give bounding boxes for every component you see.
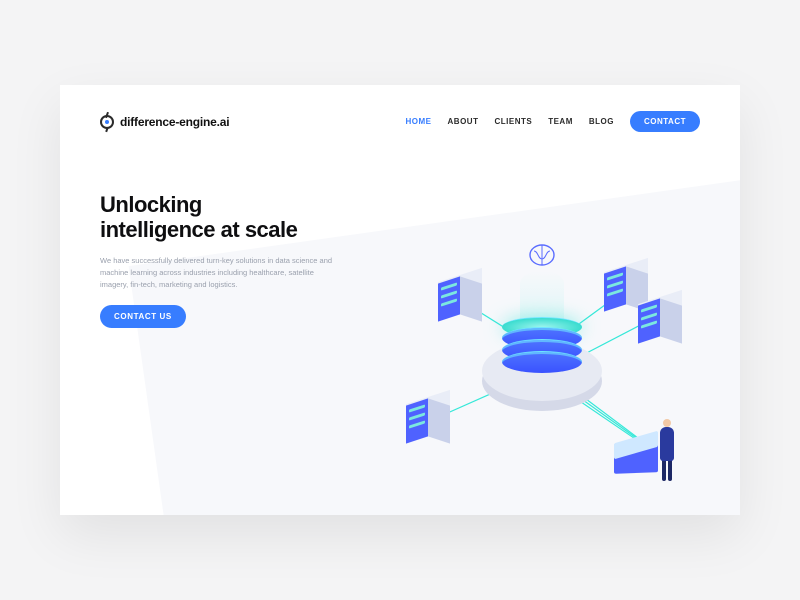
hero: Unlocking intelligence at scale We have … xyxy=(60,132,360,328)
server-icon xyxy=(438,275,482,323)
brand-name: difference-engine.ai xyxy=(120,115,229,129)
hero-title-line1: Unlocking xyxy=(100,192,202,217)
nav-blog[interactable]: BLOG xyxy=(589,117,614,126)
nav-team[interactable]: TEAM xyxy=(548,117,573,126)
hero-illustration xyxy=(352,231,712,491)
brain-icon xyxy=(522,241,562,269)
server-icon xyxy=(638,297,682,345)
person-icon xyxy=(652,423,682,481)
hero-cta-button[interactable]: CONTACT US xyxy=(100,305,186,328)
brand[interactable]: difference-engine.ai xyxy=(100,115,229,129)
landing-page: difference-engine.ai HOME ABOUT CLIENTS … xyxy=(60,85,740,515)
nav-about[interactable]: ABOUT xyxy=(448,117,479,126)
nav-home[interactable]: HOME xyxy=(406,117,432,126)
hero-title-line2: intelligence at scale xyxy=(100,217,297,242)
hero-subtitle: We have successfully delivered turn-key … xyxy=(100,255,340,291)
contact-button[interactable]: CONTACT xyxy=(630,111,700,132)
logo-icon xyxy=(100,115,114,129)
server-icon xyxy=(406,397,450,445)
hero-title: Unlocking intelligence at scale xyxy=(100,192,360,243)
header: difference-engine.ai HOME ABOUT CLIENTS … xyxy=(60,85,740,132)
primary-nav: HOME ABOUT CLIENTS TEAM BLOG CONTACT xyxy=(406,111,700,132)
nav-clients[interactable]: CLIENTS xyxy=(494,117,532,126)
database-icon xyxy=(502,317,582,373)
